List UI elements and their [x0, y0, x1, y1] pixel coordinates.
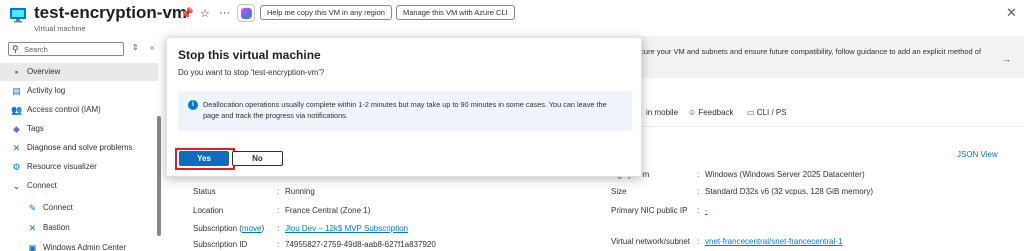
pin-icon[interactable]: 📌: [180, 7, 194, 20]
arrow-right-icon[interactable]: →: [1002, 54, 1011, 64]
bastion-icon: ✕: [28, 223, 37, 233]
left-label: Subscription ID: [193, 240, 247, 249]
sidebar-item-connect[interactable]: ⌄ Connect: [0, 177, 158, 195]
move-link[interactable]: move: [242, 224, 262, 233]
people-icon: 👥: [11, 105, 23, 115]
separator: :: [277, 187, 280, 196]
no-button[interactable]: No: [232, 151, 283, 166]
sidebar-item-connect[interactable]: ✎ Connect: [0, 199, 158, 217]
info-message-box: i Deallocation operations usually comple…: [178, 91, 632, 131]
close-icon[interactable]: ✕: [1006, 5, 1017, 21]
sidebar-item-bastion[interactable]: ✕ Bastion: [0, 219, 158, 237]
separator: :: [697, 170, 700, 179]
separator: :: [277, 224, 280, 233]
collapse-sidebar-icon[interactable]: «: [150, 43, 154, 52]
left-label-text: Subscription: [193, 224, 238, 233]
sidebar-item-access-control-iam[interactable]: 👥 Access control (IAM): [0, 101, 158, 119]
right-label-text: Size: [611, 187, 627, 196]
toolbar-divider: [640, 126, 1024, 127]
tag-icon: ◆: [13, 124, 20, 134]
chevron-down-icon: ⌄: [12, 181, 21, 191]
star-icon[interactable]: ☆: [200, 7, 210, 20]
left-label: Subscription (move): [193, 224, 265, 233]
dialog-title: Stop this virtual machine: [178, 48, 321, 62]
page-title: test-encryption-vm: [34, 3, 188, 22]
separator: :: [277, 240, 280, 249]
sidebar-item-windows-admin-center[interactable]: ▣ Windows Admin Center: [0, 239, 158, 251]
feedback-label: Feedback: [698, 108, 734, 117]
search-input[interactable]: [24, 44, 119, 54]
expand-collapse-icon[interactable]: ⇕: [132, 43, 139, 52]
sidebar-item-label: Activity log: [27, 86, 66, 95]
page-header: test-encryption-vm Virtual machine 📌 ☆ ·…: [0, 0, 1024, 36]
info-icon: i: [188, 100, 198, 110]
virtual-machine-icon: [10, 8, 26, 23]
feedback-icon: ☺: [688, 108, 697, 117]
feedback-button[interactable]: ☺ Feedback: [688, 108, 734, 117]
sidebar-item-label: Bastion: [43, 223, 70, 232]
sidebar-item-resource-visualizer[interactable]: ⚙ Resource visualizer: [0, 158, 158, 176]
wrench-icon: ✕: [12, 143, 21, 153]
sidebar-item-label: Connect: [43, 203, 73, 212]
right-label: Size: [611, 187, 627, 196]
separator: :: [697, 237, 700, 246]
more-icon[interactable]: ···: [219, 7, 230, 19]
notice-text-line2: [636, 57, 1024, 66]
cli-ps-button[interactable]: ▭ CLI / PS: [747, 108, 787, 117]
sidebar-item-overview[interactable]: ▪ Overview: [0, 63, 158, 81]
left-value: Running: [285, 187, 315, 196]
manage-vm-cli-button[interactable]: Manage this VM with Azure CLI: [396, 5, 515, 20]
page-subtitle: Virtual machine: [34, 24, 86, 33]
activity-log-icon: ▤: [12, 86, 21, 96]
sidebar-item-label: Overview: [27, 67, 61, 76]
dialog-question: Do you want to stop 'test-encryption-vm'…: [178, 68, 325, 77]
left-label-text: Location: [193, 206, 224, 215]
left-value: 74955827-2759-49d8-aab8-627f1a837920: [285, 240, 436, 249]
yes-button[interactable]: Yes: [179, 151, 229, 166]
sidebar: ⚲ ⇕ « ▪ Overview ▤ Activity log 👥 Access cont…: [0, 38, 162, 251]
notice-text: ecure your VM and subnets and ensure fut…: [636, 47, 982, 56]
separator: :: [697, 206, 700, 215]
search-box[interactable]: ⚲: [8, 42, 124, 56]
right-label: Primary NIC public IP: [611, 206, 687, 215]
left-value: France Central (Zone 1): [285, 206, 371, 215]
sidebar-item-diagnose-and-solve-problems[interactable]: ✕ Diagnose and solve problems: [0, 139, 158, 157]
admin-center-icon: ▣: [28, 243, 37, 251]
sidebar-item-label: Tags: [27, 124, 44, 133]
right-label-text: Primary NIC public IP: [611, 206, 688, 215]
overview-icon: ▪: [14, 67, 19, 77]
json-view-link[interactable]: JSON View: [957, 150, 998, 159]
separator: :: [697, 187, 700, 196]
right-label-text: Virtual network/subnet: [611, 237, 691, 246]
sidebar-item-activity-log[interactable]: ▤ Activity log: [0, 82, 158, 100]
left-label-text: Subscription ID: [193, 240, 248, 249]
stop-vm-dialog: Stop this virtual machine Do you want to…: [166, 37, 642, 177]
right-value: Windows (Windows Server 2025 Datacenter): [705, 170, 865, 179]
sidebar-item-label: Windows Admin Center: [43, 243, 127, 251]
sidebar-item-label: Diagnose and solve problems: [27, 143, 133, 152]
sidebar-item-label: Resource visualizer: [27, 162, 97, 171]
copy-vm-region-button[interactable]: Help me copy this VM in any region: [260, 5, 392, 20]
open-in-mobile-button[interactable]: in mobile: [646, 108, 678, 117]
copilot-icon[interactable]: [237, 4, 255, 22]
connect-icon: ✎: [28, 203, 37, 213]
left-label: Status: [193, 187, 216, 196]
right-label: Virtual network/subnet: [611, 237, 690, 246]
visualizer-icon: ⚙: [12, 162, 21, 172]
sidebar-item-label: Access control (IAM): [27, 105, 101, 114]
info-message-text: Deallocation operations usually complete…: [203, 100, 607, 120]
left-value[interactable]: Jlou Dev – 12k$ MVP Subscription: [285, 224, 408, 233]
left-label: Location: [193, 206, 223, 215]
right-value[interactable]: vnet-francecentral/snet-francecentral-1: [705, 237, 842, 246]
cli-ps-label: CLI / PS: [756, 108, 787, 117]
left-label-text: Status: [193, 187, 216, 196]
sidebar-item-tags[interactable]: ◆ Tags: [0, 120, 158, 138]
right-value: Standard D32s v6 (32 vcpus, 128 GiB memo…: [705, 187, 874, 196]
terminal-icon: ▭: [747, 108, 755, 117]
right-value[interactable]: -: [705, 206, 708, 215]
sidebar-item-label: Connect: [27, 181, 57, 190]
sidebar-scrollbar[interactable]: [157, 116, 161, 236]
search-icon: ⚲: [12, 44, 19, 54]
separator: :: [277, 206, 280, 215]
